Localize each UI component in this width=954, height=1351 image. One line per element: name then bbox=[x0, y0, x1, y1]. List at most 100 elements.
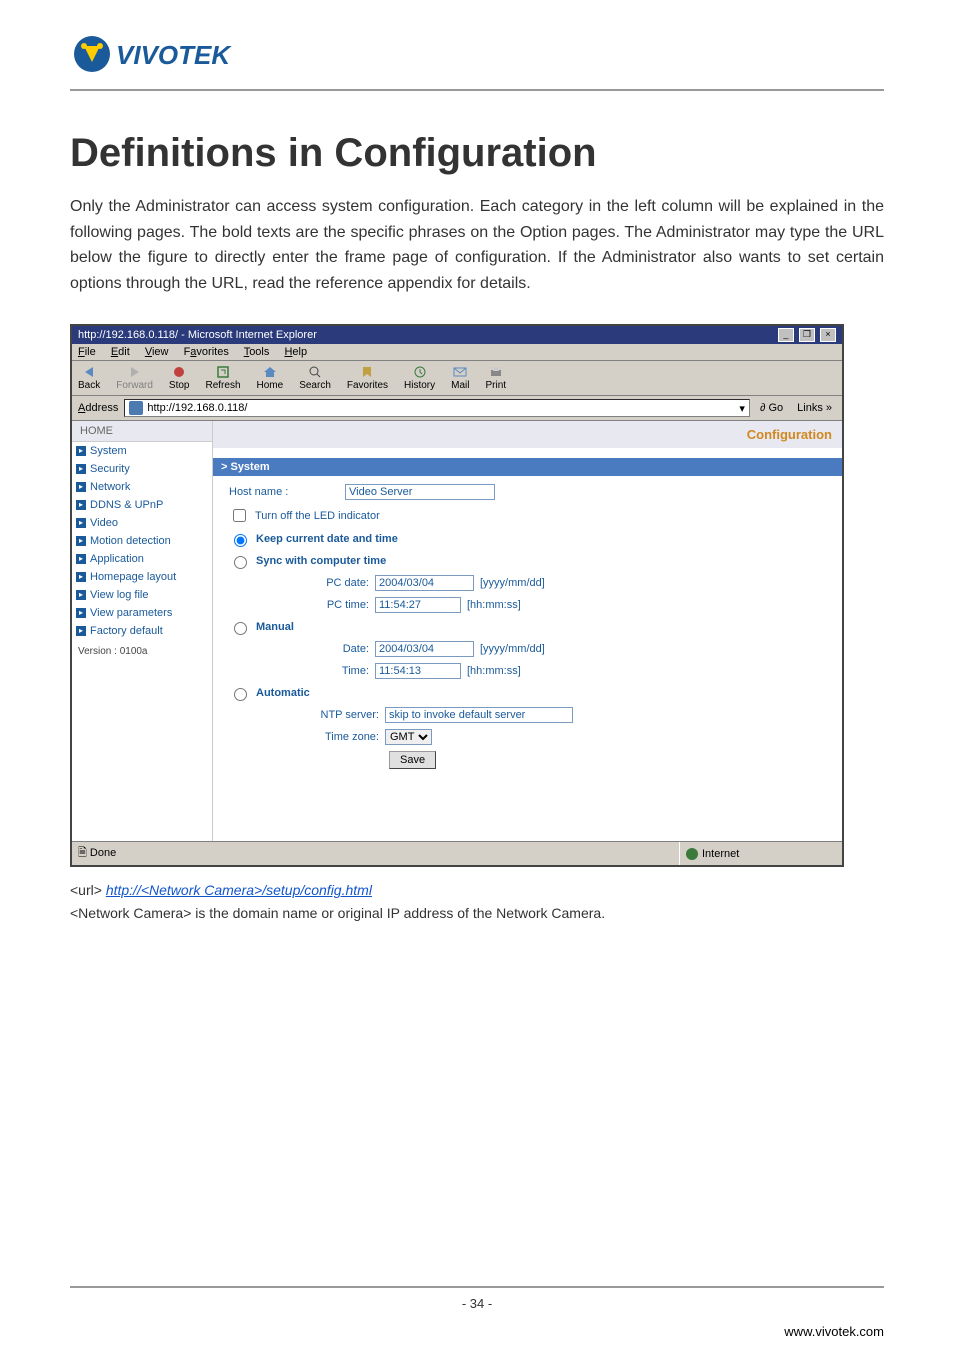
sidebar-item-video[interactable]: ▸Video bbox=[72, 514, 212, 532]
sidebar-item-ddns[interactable]: ▸DDNS & UPnP bbox=[72, 496, 212, 514]
sidebar-item-security[interactable]: ▸Security bbox=[72, 460, 212, 478]
arrow-icon: ▸ bbox=[76, 482, 86, 492]
page-number: - 34 - bbox=[462, 1296, 492, 1311]
radio-manual[interactable] bbox=[234, 622, 247, 635]
close-icon[interactable]: × bbox=[820, 328, 836, 342]
pc-time-input[interactable] bbox=[375, 597, 461, 613]
arrow-icon: ▸ bbox=[76, 500, 86, 510]
radio-auto[interactable] bbox=[234, 688, 247, 701]
panel-title: > System bbox=[213, 458, 842, 476]
radio-manual-label: Manual bbox=[256, 621, 294, 633]
window-title: http://192.168.0.118/ - Microsoft Intern… bbox=[78, 329, 317, 341]
tb-stop[interactable]: Stop bbox=[169, 365, 190, 391]
led-label: Turn off the LED indicator bbox=[255, 510, 380, 522]
status-bar: 🗎 Done Internet bbox=[72, 841, 842, 865]
radio-sync[interactable] bbox=[234, 556, 247, 569]
arrow-icon: ▸ bbox=[76, 518, 86, 528]
maximize-icon[interactable]: ❐ bbox=[799, 328, 815, 342]
radio-keep[interactable] bbox=[234, 534, 247, 547]
menu-edit[interactable]: Edit bbox=[111, 346, 130, 358]
tb-search[interactable]: Search bbox=[299, 365, 331, 391]
host-input[interactable] bbox=[345, 484, 495, 500]
toolbar: Back Forward Stop Refresh Home Search Fa… bbox=[72, 361, 842, 396]
tz-label: Time zone: bbox=[309, 731, 379, 743]
pc-date-input[interactable] bbox=[375, 575, 474, 591]
radio-auto-label: Automatic bbox=[256, 687, 310, 699]
ntp-label: NTP server: bbox=[309, 709, 379, 721]
vivotek-logo: VIVOTEK bbox=[70, 30, 884, 83]
arrow-icon: ▸ bbox=[76, 554, 86, 564]
site-link: www.vivotek.com bbox=[784, 1324, 884, 1339]
tb-print[interactable]: Print bbox=[485, 365, 506, 391]
window-controls: _ ❐ × bbox=[776, 328, 836, 342]
pc-time-label: PC time: bbox=[309, 599, 369, 611]
menu-tools[interactable]: Tools bbox=[244, 346, 270, 358]
config-banner: Configuration bbox=[213, 421, 842, 448]
led-checkbox[interactable] bbox=[233, 509, 246, 522]
tb-mail[interactable]: Mail bbox=[451, 365, 469, 391]
tb-favorites[interactable]: Favorites bbox=[347, 365, 388, 391]
arrow-icon: ▸ bbox=[76, 446, 86, 456]
m-date-input[interactable] bbox=[375, 641, 474, 657]
radio-keep-label: Keep current date and time bbox=[256, 533, 398, 545]
tb-history[interactable]: History bbox=[404, 365, 435, 391]
sidebar-item-factory[interactable]: ▸Factory default bbox=[72, 622, 212, 640]
sidebar-version: Version : 0100a bbox=[72, 640, 212, 663]
host-label: Host name : bbox=[229, 486, 339, 498]
ie-page-icon bbox=[129, 401, 143, 415]
go-button[interactable]: ∂ Go bbox=[756, 401, 787, 415]
m-time-label: Time: bbox=[309, 665, 369, 677]
browser-window: http://192.168.0.118/ - Microsoft Intern… bbox=[70, 324, 844, 867]
pc-date-label: PC date: bbox=[309, 577, 369, 589]
address-bar: Address http://192.168.0.118/ ▾ ∂ Go Lin… bbox=[72, 396, 842, 421]
sidebar-item-application[interactable]: ▸Application bbox=[72, 550, 212, 568]
sidebar-item-homepage[interactable]: ▸Homepage layout bbox=[72, 568, 212, 586]
address-value: http://192.168.0.118/ bbox=[147, 402, 247, 414]
sidebar: HOME ▸System ▸Security ▸Network ▸DDNS & … bbox=[72, 421, 213, 841]
menu-help[interactable]: Help bbox=[284, 346, 307, 358]
arrow-icon: ▸ bbox=[76, 572, 86, 582]
status-right: Internet bbox=[702, 848, 739, 860]
page-heading: Definitions in Configuration bbox=[70, 131, 884, 176]
address-label: Address bbox=[78, 402, 118, 414]
ntp-input[interactable] bbox=[385, 707, 573, 723]
tb-back[interactable]: Back bbox=[78, 365, 100, 391]
menu-view[interactable]: View bbox=[145, 346, 169, 358]
save-button[interactable]: Save bbox=[389, 751, 436, 769]
sidebar-item-network[interactable]: ▸Network bbox=[72, 478, 212, 496]
sidebar-home[interactable]: HOME bbox=[72, 421, 212, 442]
m-date-label: Date: bbox=[309, 643, 369, 655]
pc-time-hint: [hh:mm:ss] bbox=[467, 599, 521, 611]
browser-viewport: HOME ▸System ▸Security ▸Network ▸DDNS & … bbox=[72, 421, 842, 841]
page-footer: - 34 - bbox=[70, 1286, 884, 1311]
address-input[interactable]: http://192.168.0.118/ ▾ bbox=[124, 399, 750, 417]
url-prefix: <url> bbox=[70, 882, 106, 898]
header-divider bbox=[70, 89, 884, 91]
config-url-link[interactable]: http://<Network Camera>/setup/config.htm… bbox=[106, 882, 372, 898]
links-button[interactable]: Links » bbox=[793, 401, 836, 415]
sidebar-item-motion[interactable]: ▸Motion detection bbox=[72, 532, 212, 550]
tz-select[interactable]: GMT bbox=[385, 729, 432, 745]
arrow-icon: ▸ bbox=[76, 590, 86, 600]
status-done-icon: 🗎 bbox=[78, 847, 87, 859]
arrow-icon: ▸ bbox=[76, 626, 86, 636]
sidebar-item-system[interactable]: ▸System bbox=[72, 442, 212, 460]
minimize-icon[interactable]: _ bbox=[778, 328, 794, 342]
m-time-hint: [hh:mm:ss] bbox=[467, 665, 521, 677]
arrow-icon: ▸ bbox=[76, 608, 86, 618]
window-titlebar: http://192.168.0.118/ - Microsoft Intern… bbox=[72, 326, 842, 344]
tb-refresh[interactable]: Refresh bbox=[206, 365, 241, 391]
status-left: Done bbox=[90, 847, 116, 859]
m-time-input[interactable] bbox=[375, 663, 461, 679]
dropdown-icon[interactable]: ▾ bbox=[739, 402, 745, 415]
sidebar-item-viewparams[interactable]: ▸View parameters bbox=[72, 604, 212, 622]
menu-bar: File Edit View Favorites Tools Help bbox=[72, 344, 842, 361]
menu-file[interactable]: File bbox=[78, 346, 96, 358]
intro-paragraph: Only the Administrator can access system… bbox=[70, 194, 884, 296]
sidebar-item-viewlog[interactable]: ▸View log file bbox=[72, 586, 212, 604]
tb-forward: Forward bbox=[116, 365, 153, 391]
arrow-icon: ▸ bbox=[76, 536, 86, 546]
tb-home[interactable]: Home bbox=[257, 365, 284, 391]
pc-date-hint: [yyyy/mm/dd] bbox=[480, 577, 545, 589]
menu-favorites[interactable]: Favorites bbox=[184, 346, 229, 358]
